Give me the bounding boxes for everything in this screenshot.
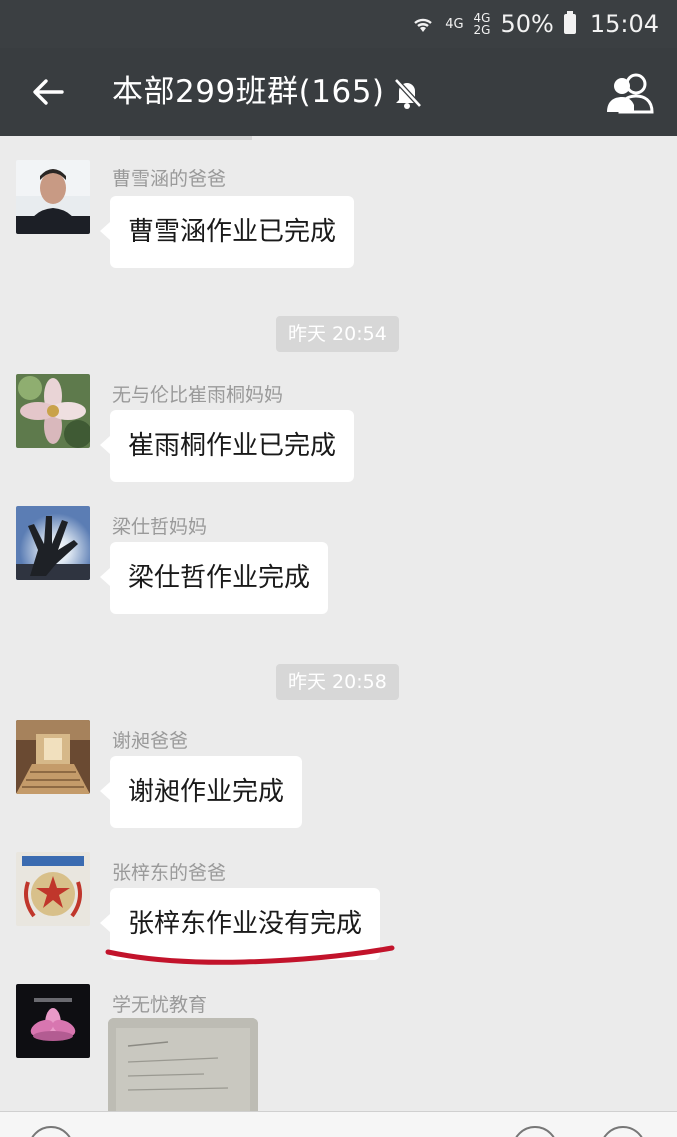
- sender-name: 无与伦比崔雨桐妈妈: [112, 384, 284, 406]
- sender-name: 谢昶爸爸: [112, 730, 189, 752]
- battery-icon: [563, 11, 576, 34]
- flower-avatar[interactable]: [16, 374, 90, 448]
- hand-sunlight-avatar[interactable]: [16, 506, 90, 580]
- message-bubble[interactable]: 曹雪涵作业已完成: [99, 196, 355, 268]
- sender-name: 学无忧教育: [112, 994, 208, 1016]
- group-members-icon[interactable]: [604, 72, 658, 114]
- status-bar: 4G 4G 2G 50% 15:04: [0, 0, 677, 48]
- mute-bell-icon: [394, 78, 422, 109]
- man-portrait-avatar[interactable]: [16, 160, 90, 234]
- more-plus-icon[interactable]: [600, 1126, 646, 1137]
- message-bubble[interactable]: 谢昶作业完成: [99, 756, 303, 828]
- timestamp-chip: 昨天 20:54: [276, 316, 399, 352]
- timestamp-chip: 昨天 20:58: [276, 664, 399, 700]
- red-underline-annotation: [105, 945, 395, 965]
- message-bubble[interactable]: 梁仕哲作业完成: [99, 542, 329, 614]
- hallway-avatar[interactable]: [16, 720, 90, 794]
- signal-4g-label: 4G: [445, 16, 464, 32]
- emblem-avatar[interactable]: [16, 852, 90, 926]
- battery-percent: 50%: [500, 10, 554, 38]
- image-message-thumbnail[interactable]: [108, 1018, 258, 1111]
- input-toolbar: [0, 1111, 677, 1137]
- chat-title: 本部299班群(165): [112, 74, 385, 110]
- signal-2g-label: 2G: [473, 23, 491, 37]
- message-bubble[interactable]: 崔雨桐作业已完成: [99, 410, 355, 482]
- lotus-avatar[interactable]: [16, 984, 90, 1058]
- chat-header: 本部299班群(165): [0, 48, 677, 136]
- chat-message-list[interactable]: 曹雪涵的爸爸 曹雪涵作业已完成 昨天 20:54 无与伦比崔雨桐妈妈 崔雨桐作业…: [0, 136, 677, 1111]
- back-arrow-icon[interactable]: [28, 72, 68, 112]
- voice-toggle-icon[interactable]: [28, 1126, 74, 1137]
- sender-name: 张梓东的爸爸: [112, 862, 227, 884]
- status-time: 15:04: [589, 10, 659, 38]
- wifi-icon: [414, 18, 432, 32]
- emoji-icon[interactable]: [512, 1126, 558, 1137]
- previous-message-edge: [120, 136, 252, 140]
- sender-name: 梁仕哲妈妈: [112, 516, 208, 538]
- signal-icon: 4G 2G: [474, 12, 491, 36]
- sender-name: 曹雪涵的爸爸: [112, 168, 227, 190]
